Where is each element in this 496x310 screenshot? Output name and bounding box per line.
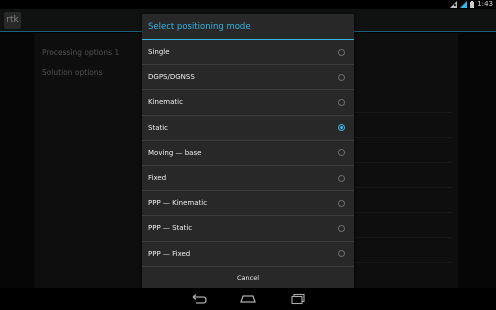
status-bar: 1:43: [0, 0, 496, 9]
option-ppp-fixed[interactable]: PPP — Fixed: [142, 242, 354, 267]
option-label: Moving — base: [148, 148, 202, 157]
recent-apps-icon[interactable]: [289, 293, 307, 305]
radio-icon[interactable]: [338, 149, 345, 157]
option-static[interactable]: Static: [142, 116, 354, 141]
radio-icon[interactable]: [338, 73, 345, 81]
option-dgps[interactable]: DGPS/DGNSS: [142, 65, 354, 91]
option-ppp-static[interactable]: PPP — Static: [142, 216, 354, 242]
radio-icon[interactable]: [338, 250, 345, 258]
option-label: Single: [148, 48, 170, 57]
dialog-footer: Cancel: [142, 266, 354, 288]
status-icons: 1:43: [450, 0, 493, 9]
option-label: PPP — Static: [148, 224, 193, 233]
option-ppp-kinematic[interactable]: PPP — Kinematic: [142, 191, 354, 217]
screen: 1:43 rtk Processing options 1 Solution o…: [0, 0, 496, 310]
signal-icon: [460, 1, 468, 8]
dialog-title: Select positioning mode: [142, 14, 354, 40]
option-label: Fixed: [148, 174, 167, 183]
option-fixed[interactable]: Fixed: [142, 166, 354, 192]
options-list: Single DGPS/DGNSS Kinematic Static Movin…: [142, 40, 354, 267]
cancel-button[interactable]: Cancel: [237, 274, 259, 282]
option-moving-base[interactable]: Moving — base: [142, 141, 354, 166]
option-label: DGPS/DGNSS: [148, 73, 195, 82]
radio-icon[interactable]: [338, 98, 345, 106]
nav-bar: [0, 288, 496, 310]
home-icon[interactable]: [239, 293, 257, 305]
back-icon[interactable]: [190, 293, 208, 305]
radio-checked-icon[interactable]: [338, 124, 345, 132]
option-label: Kinematic: [148, 98, 183, 107]
no-sim-icon: [450, 1, 458, 8]
option-label: PPP — Fixed: [148, 249, 191, 258]
status-time: 1:43: [477, 0, 493, 8]
battery-icon: [470, 1, 475, 8]
option-kinematic[interactable]: Kinematic: [142, 90, 354, 116]
radio-icon[interactable]: [338, 174, 345, 182]
radio-icon[interactable]: [338, 48, 345, 56]
option-single[interactable]: Single: [142, 40, 354, 66]
radio-icon[interactable]: [338, 224, 345, 232]
option-label: PPP — Kinematic: [148, 199, 208, 208]
radio-icon[interactable]: [338, 199, 345, 207]
option-label: Static: [148, 123, 169, 132]
positioning-mode-dialog: Select positioning mode Single DGPS/DGNS…: [142, 14, 354, 288]
